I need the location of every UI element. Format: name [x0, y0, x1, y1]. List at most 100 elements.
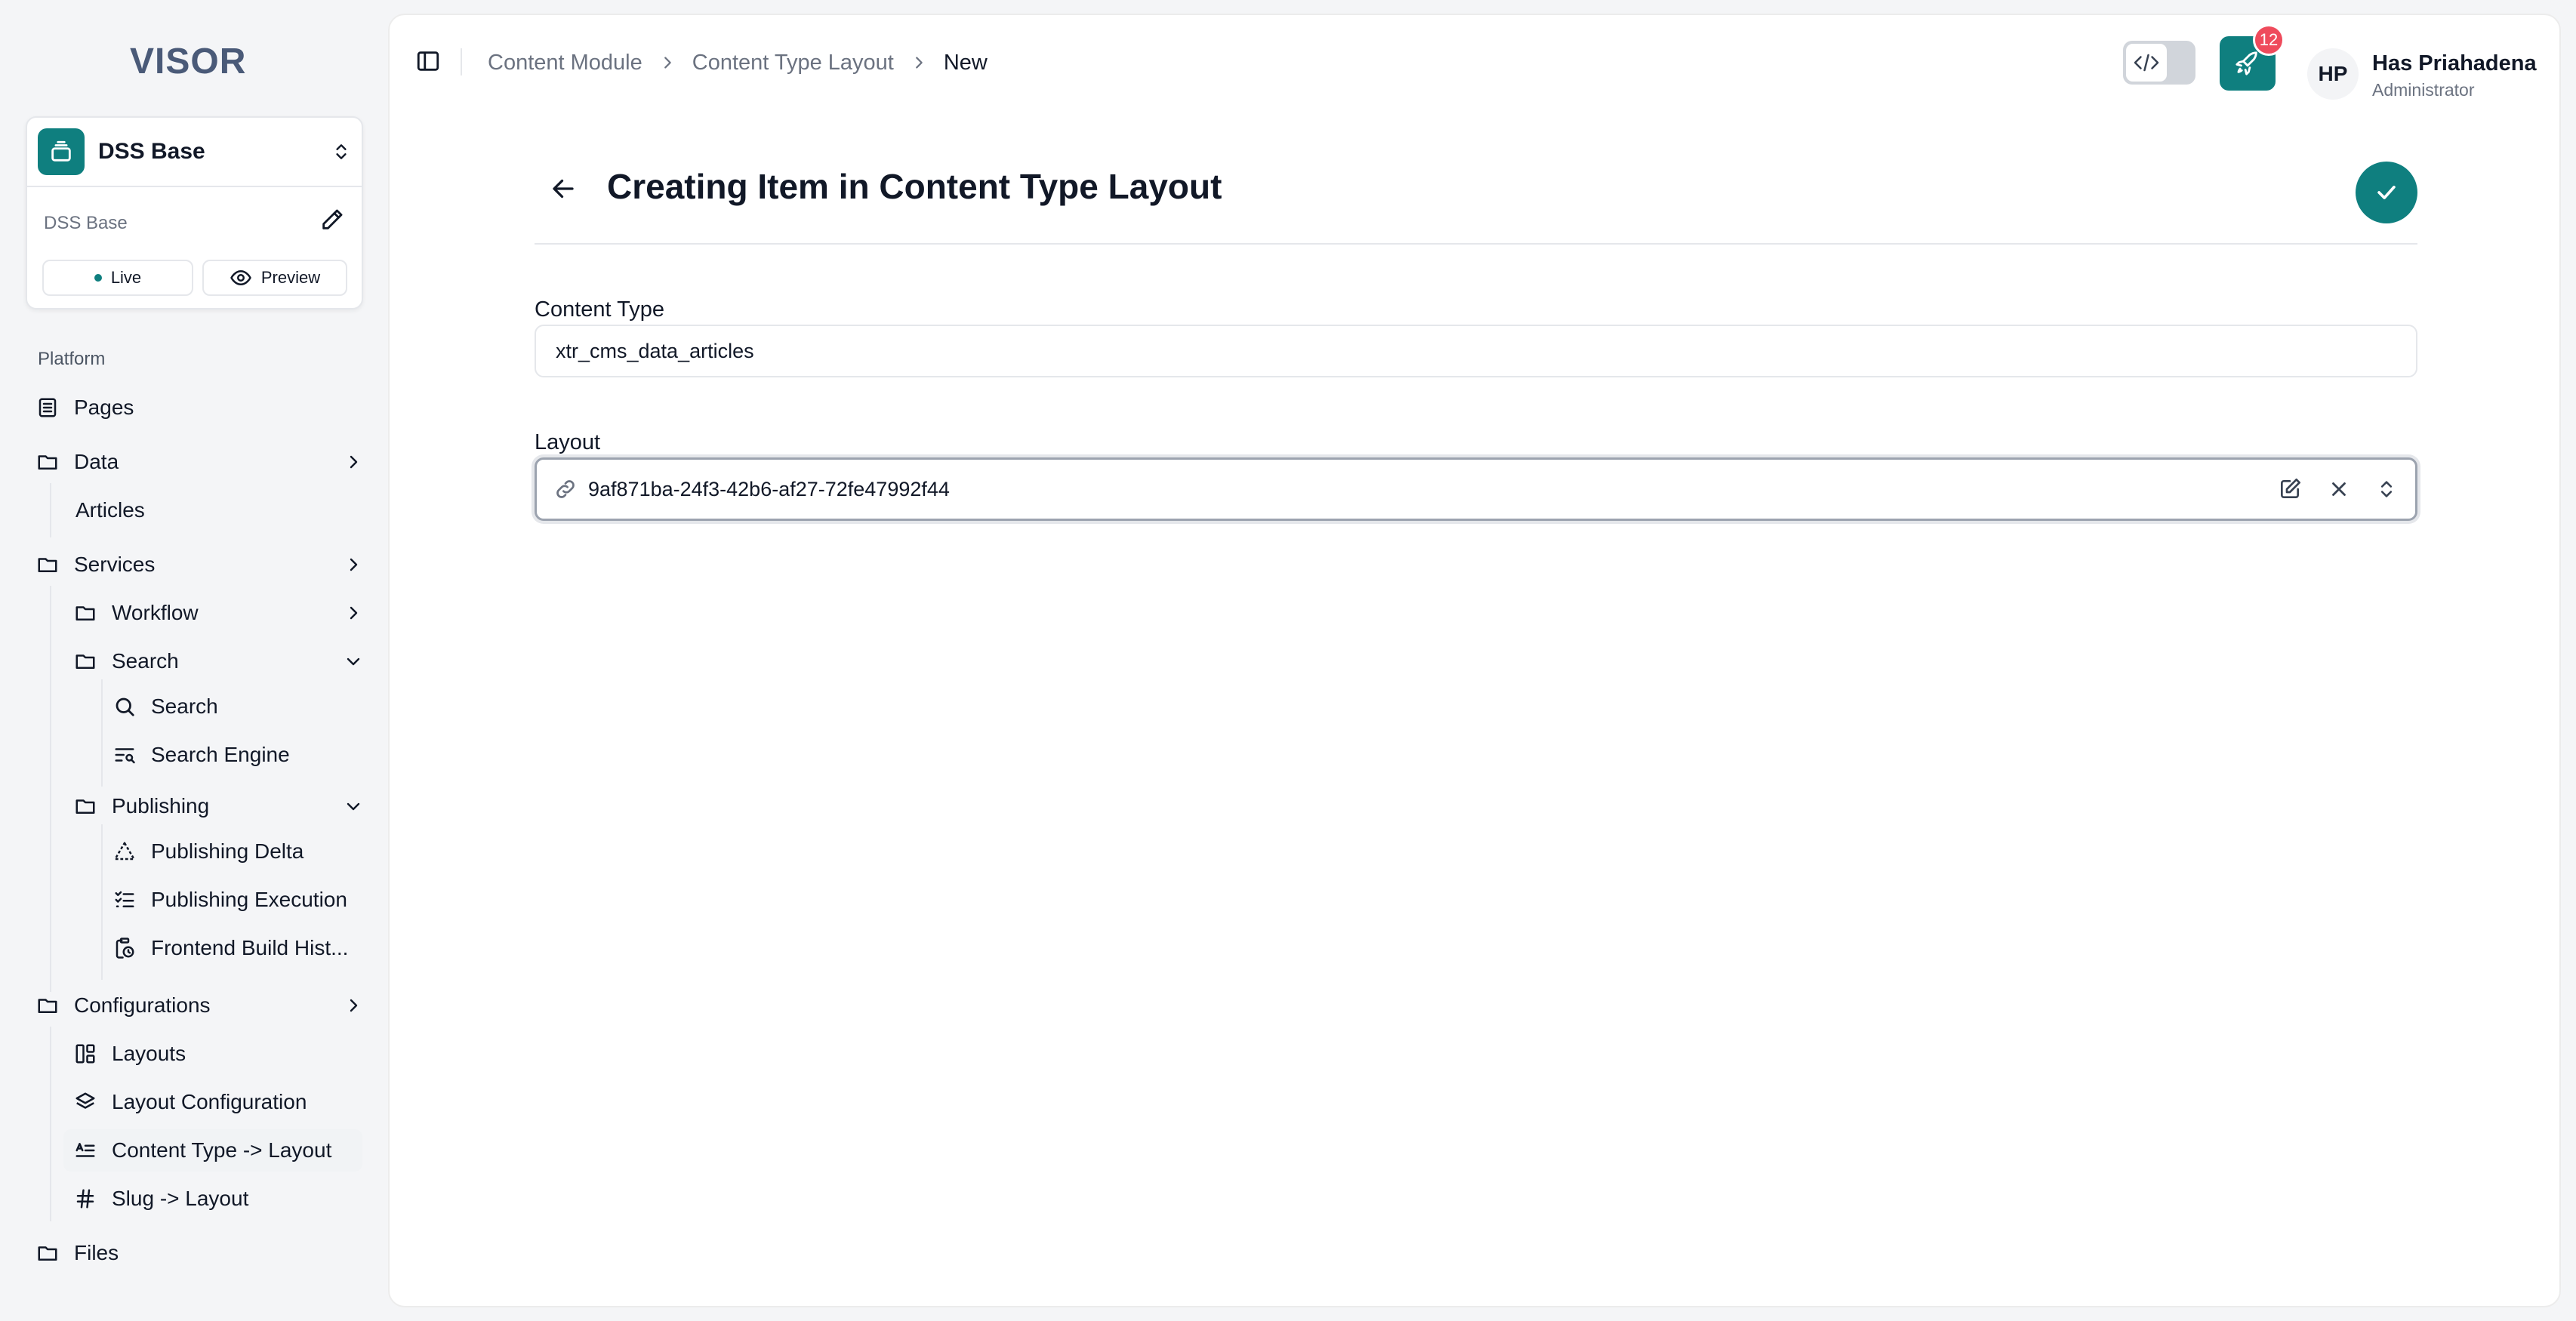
sidebar-label-articles: Articles	[75, 498, 145, 522]
chevron-down-icon	[344, 652, 362, 670]
user-role: Administrator	[2372, 80, 2475, 100]
sidebar-label-services: Services	[74, 553, 156, 576]
sidebar-label-search-engine: Search Engine	[151, 743, 290, 766]
folder-icon	[35, 449, 60, 475]
sidebar-item-frontend-build-history[interactable]: Frontend Build Hist...	[112, 927, 362, 969]
eye-icon	[230, 266, 252, 289]
breadcrumb-content-type-layout[interactable]: Content Type Layout	[692, 51, 894, 75]
sidebar-item-services[interactable]: Services	[35, 543, 362, 586]
layout-value: 9af871ba-24f3-42b6-af27-72fe47992f44	[588, 477, 950, 500]
sidebar-label-files: Files	[74, 1241, 119, 1264]
folder-icon	[72, 648, 98, 674]
sidebar-item-layout-configuration[interactable]: Layout Configuration	[72, 1081, 362, 1123]
chevron-right-icon	[659, 54, 676, 71]
list-checks-icon	[112, 887, 137, 913]
sidebar-item-workflow[interactable]: Workflow	[72, 592, 362, 634]
workspace-switcher[interactable]: DSS Base	[27, 118, 362, 187]
layout-select[interactable]: 9af871ba-24f3-42b6-af27-72fe47992f44	[535, 457, 2417, 521]
sidebar-label-configurations: Configurations	[74, 993, 211, 1017]
close-icon[interactable]	[2328, 478, 2350, 500]
sidebar-item-publishing-execution[interactable]: Publishing Execution	[112, 879, 362, 921]
live-status-dot	[94, 274, 102, 282]
sidebar-item-search-folder[interactable]: Search	[72, 640, 362, 682]
sidebar-label-publishing: Publishing	[112, 794, 210, 818]
sidebar-label-search-folder: Search	[112, 649, 179, 673]
user-name[interactable]: Has Priahadena	[2372, 51, 2537, 76]
title-divider	[535, 243, 2417, 245]
sidebar-item-search-engine[interactable]: Search Engine	[112, 734, 362, 776]
save-button[interactable]	[2356, 162, 2417, 223]
sidebar-item-configurations[interactable]: Configurations	[35, 984, 362, 1027]
arrow-left-icon[interactable]	[550, 175, 577, 202]
layers-icon	[72, 1089, 98, 1115]
tree-line-search	[101, 679, 103, 787]
clipboard-clock-icon	[112, 935, 137, 961]
live-button[interactable]: Live	[42, 260, 193, 296]
app-logo[interactable]: VISOR	[130, 42, 246, 82]
chevron-right-icon	[344, 556, 362, 574]
folder-icon	[72, 600, 98, 626]
sidebar-item-publishing[interactable]: Publishing	[72, 785, 362, 827]
code-view-toggle[interactable]	[2123, 41, 2195, 85]
sidebar-item-articles[interactable]: Articles	[75, 489, 362, 531]
sidebar-item-files[interactable]: Files	[35, 1232, 362, 1274]
sidebar-item-slug-layout[interactable]: Slug -> Layout	[72, 1178, 362, 1220]
sidebar-item-data[interactable]: Data	[35, 441, 362, 483]
page-title: Creating Item in Content Type Layout	[607, 167, 1222, 206]
main-panel: Content Module Content Type Layout New 1…	[388, 14, 2561, 1307]
edit-pencil-icon[interactable]	[319, 207, 345, 232]
chevron-down-icon	[344, 797, 362, 815]
tree-line-configurations	[50, 1027, 51, 1221]
tree-line-data	[50, 483, 51, 537]
preview-label: Preview	[260, 268, 321, 287]
folder-icon	[35, 993, 60, 1018]
edit-icon[interactable]	[2278, 477, 2302, 501]
chevrons-up-down-icon	[331, 140, 351, 163]
sidebar-item-search[interactable]: Search	[112, 685, 362, 728]
workspace-icon	[38, 128, 85, 175]
live-label: Live	[110, 268, 142, 287]
folder-icon	[35, 552, 60, 577]
folder-icon	[35, 1240, 60, 1266]
chevron-right-icon	[344, 453, 362, 471]
content-type-label: Content Type	[535, 297, 664, 322]
folder-icon	[72, 793, 98, 819]
preview-button[interactable]: Preview	[202, 260, 347, 296]
sidebar-label-workflow: Workflow	[112, 601, 199, 624]
chevrons-up-down-icon[interactable]	[2376, 477, 2397, 501]
user-avatar[interactable]: HP	[2307, 48, 2359, 100]
content-type-value: xtr_cms_data_articles	[556, 339, 754, 362]
search-icon	[112, 694, 137, 719]
sidebar-item-publishing-delta[interactable]: Publishing Delta	[112, 830, 362, 873]
tree-line-services	[50, 586, 51, 992]
content-type-field[interactable]: xtr_cms_data_articles	[535, 325, 2417, 377]
document-list-icon	[35, 395, 60, 420]
workspace-card: DSS Base DSS Base Live Preview	[26, 116, 363, 309]
sidebar-toggle-icon[interactable]	[415, 48, 441, 74]
sidebar-item-layouts[interactable]: Layouts	[72, 1033, 362, 1075]
delta-triangle-icon	[112, 839, 137, 864]
sidebar-label-content-type-layout: Content Type -> Layout	[112, 1138, 332, 1162]
workspace-name: DSS Base	[98, 139, 205, 164]
sidebar: VISOR DSS Base DSS Base Live Preview Pla…	[0, 0, 388, 1321]
text-align-icon	[72, 1138, 98, 1163]
sidebar-label-layout-configuration: Layout Configuration	[112, 1090, 307, 1113]
hash-icon	[72, 1186, 98, 1212]
chevron-right-icon	[911, 54, 927, 71]
sidebar-label-frontend-build-history: Frontend Build Hist...	[151, 936, 349, 959]
layout-label: Layout	[535, 430, 601, 454]
sidebar-label-slug-layout: Slug -> Layout	[112, 1187, 249, 1210]
rocket-icon	[2235, 51, 2260, 76]
breadcrumb: Content Module Content Type Layout New	[488, 48, 988, 77]
sidebar-label-layouts: Layouts	[112, 1042, 186, 1065]
notification-badge: 12	[2253, 24, 2285, 56]
breadcrumb-content-module[interactable]: Content Module	[488, 51, 642, 75]
sidebar-item-pages[interactable]: Pages	[35, 386, 362, 429]
sidebar-label-publishing-delta: Publishing Delta	[151, 839, 304, 863]
sidebar-label-data: Data	[74, 450, 119, 473]
text-search-icon	[112, 742, 137, 768]
sidebar-label-pages: Pages	[74, 396, 134, 419]
chevron-right-icon	[344, 996, 362, 1015]
sidebar-item-content-type-layout[interactable]: Content Type -> Layout	[63, 1129, 362, 1172]
chevron-right-icon	[344, 604, 362, 622]
